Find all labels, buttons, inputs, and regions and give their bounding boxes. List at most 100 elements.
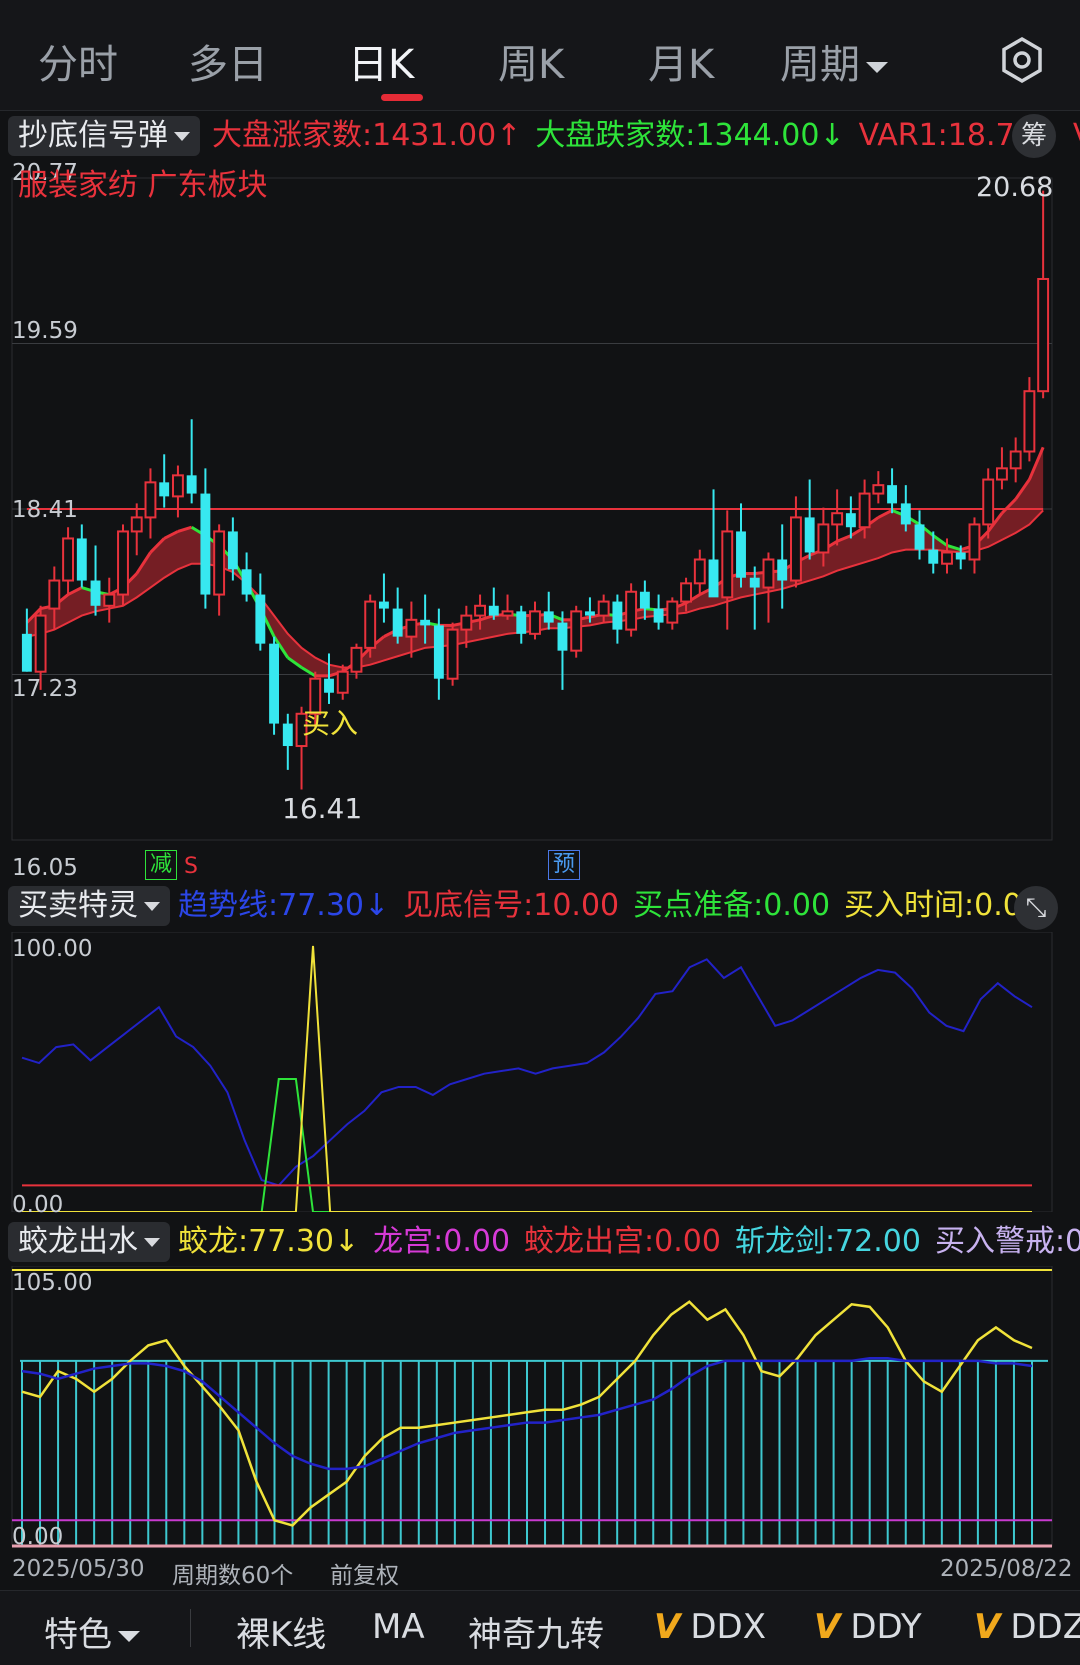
series-line [22, 1078, 1032, 1212]
candle-body [433, 625, 444, 679]
candle-body [200, 493, 211, 595]
sub1-indicator-values: 趋势线:77.30↓ 见底信号:10.00 买点准备:0.00 买入时间:0.00 [178, 888, 1055, 924]
candle-body [1037, 277, 1050, 393]
period-tab-bar: 分时 多日 日K 周K 月K 周期 [0, 0, 1080, 111]
magic-nine-button[interactable]: 神奇九转 [468, 1607, 604, 1656]
ddz-label: DDZ [1010, 1607, 1080, 1647]
ma-button[interactable]: MA [372, 1607, 425, 1647]
featured-label: 特色 [44, 1615, 112, 1655]
value-jiaolong-chugong: 蛟龙出宫:0.00 [524, 1224, 721, 1259]
candle-body [241, 569, 252, 595]
candle-body [378, 601, 389, 609]
series-line [22, 945, 1032, 1212]
expand-icon[interactable]: ⤡ [1014, 886, 1058, 930]
kline-chart[interactable] [0, 160, 1080, 880]
candle-body [420, 619, 431, 626]
chevron-down-icon [866, 61, 888, 73]
value-longgong: 龙宫:0.00 [373, 1224, 511, 1259]
vip-v-icon: V [654, 1607, 681, 1647]
sector-label: 服装家纺 广东板块 [18, 168, 268, 203]
chevron-down-icon [118, 1631, 140, 1642]
candle-body [227, 531, 238, 570]
tab-weekly-k[interactable]: 周K [498, 32, 564, 90]
candle-body [364, 600, 377, 649]
sub1-indicator-dropdown[interactable]: 买卖特灵 [8, 886, 170, 926]
featured-dropdown[interactable]: 特色 [44, 1607, 140, 1656]
period-count: 周期数60个 [172, 1563, 294, 1589]
value-buy-alert: 买入警戒:0.00 [934, 1224, 1080, 1259]
candle-body [213, 530, 226, 596]
sell-marker: S [184, 854, 198, 879]
tab-multi-day[interactable]: 多日 [188, 32, 268, 90]
ddy-button[interactable]: V DDY [814, 1607, 922, 1647]
candle-body [62, 537, 75, 582]
tab-period-label: 周期 [780, 42, 860, 88]
candle-body [117, 530, 129, 596]
start-date: 2025/05/30 [12, 1556, 145, 1582]
main-indicator-values: 大盘涨家数:1431.00↑大盘跌家数:1344.00↓VAR1:18.79↑V [212, 118, 1080, 154]
candle-body [570, 610, 583, 652]
candle-body [777, 559, 788, 581]
candle-body [666, 600, 679, 624]
candle-body [144, 481, 157, 519]
bottom-indicator-bar: 特色 裸K线 MA 神奇九转 V DDX V DDY V DDZ [0, 1590, 1080, 1665]
main-indicator-header: 抄底信号弹 大盘涨家数:1431.00↑ 大盘跌家数:1344.00↓ VAR1:1… [0, 112, 1080, 160]
candle-body [34, 614, 47, 673]
ddx-button[interactable]: V DDX [654, 1607, 766, 1647]
value-zhanlongjian: 斩龙剑:72.00 [734, 1224, 921, 1259]
candle-body [749, 577, 760, 588]
tab-monthly-k[interactable]: 月K [648, 32, 714, 90]
sub1-indicator-header: 买卖特灵 趋势线:77.30↓ 见底信号:10.00 买点准备:0.00 买入时间:0… [0, 882, 1080, 930]
candle-body [721, 530, 734, 599]
candle-body [941, 551, 953, 565]
candle-body [324, 678, 334, 693]
vip-v-icon: V [974, 1607, 1001, 1647]
candle-body [90, 580, 101, 606]
candle-body [653, 608, 664, 623]
candle-body [736, 531, 746, 578]
candle-body [516, 611, 527, 634]
candle-body [130, 516, 143, 533]
candle-body [529, 610, 541, 635]
candle-body [269, 643, 280, 724]
candle-body [255, 594, 266, 644]
sub1-chart[interactable] [0, 932, 1080, 1212]
main-indicator-dropdown[interactable]: 抄底信号弹 [8, 116, 200, 156]
tab-daily-k[interactable]: 日K [348, 32, 414, 90]
candle-body [103, 593, 116, 607]
candle-body [693, 558, 706, 585]
value-down-count: 大盘跌家数:1344.00↓ [535, 118, 845, 153]
candle-body [557, 622, 568, 651]
naked-k-button[interactable]: 裸K线 [236, 1607, 326, 1656]
candle-body [612, 601, 623, 630]
tab-intraday[interactable]: 分时 [38, 32, 118, 90]
chart-frame [11, 1266, 1053, 1547]
sub2-indicator-dropdown[interactable]: 蛟龙出水 [8, 1222, 170, 1262]
buy-signal-label: 买入 [302, 707, 359, 740]
sub2-indicator-name: 蛟龙出水 [18, 1224, 138, 1259]
y-label-4: 17.23 [12, 676, 78, 702]
adjust-mode[interactable]: 前复权 [330, 1556, 399, 1590]
candle-body [982, 478, 995, 526]
candle-body [159, 482, 170, 497]
high-price-label: 20.68 [976, 172, 1054, 203]
candle-body [392, 608, 403, 637]
sub2-chart[interactable] [0, 1266, 1080, 1552]
tab-period-dropdown[interactable]: 周期 [780, 32, 888, 90]
y-label-bottom: 16.05 [12, 855, 78, 881]
candle-body [488, 605, 499, 616]
chips-button[interactable]: 筹 [1012, 114, 1056, 158]
value-buy-time: 买入时间:0.00 [844, 888, 1041, 923]
sub2-y-top: 105.00 [12, 1270, 93, 1296]
candle-body [1023, 390, 1036, 453]
settings-hexagon-icon[interactable] [998, 36, 1046, 84]
candle-body [501, 610, 514, 617]
candle-body [282, 723, 293, 747]
vip-v-icon: V [814, 1607, 841, 1647]
candle-body [995, 467, 1008, 481]
candle-body [639, 591, 650, 609]
ddz-button[interactable]: V DDZ [974, 1607, 1080, 1647]
candle-body [887, 485, 898, 504]
reduce-marker: 减 [145, 850, 177, 880]
candle-body [900, 503, 911, 525]
